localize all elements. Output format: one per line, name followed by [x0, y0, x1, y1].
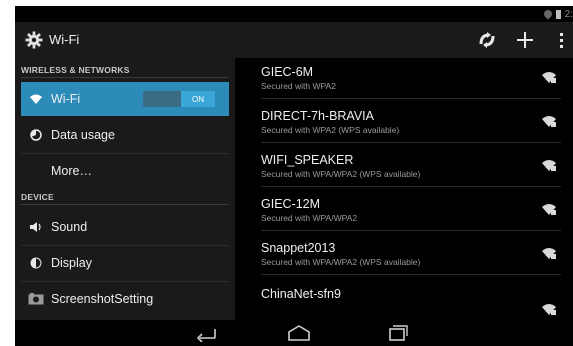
wifi-signal-icon — [541, 8, 554, 20]
wifi-locked-signal-icon — [542, 204, 556, 215]
network-item[interactable]: DIRECT-7h-BRAVIA Secured with WPA2 (WPS … — [235, 102, 573, 142]
wifi-icon — [21, 94, 51, 104]
network-security: Secured with WPA2 (WPS available) — [261, 125, 400, 135]
wifi-locked-signal-icon — [542, 72, 556, 83]
add-network-button[interactable] — [513, 28, 537, 52]
back-button[interactable] — [195, 324, 219, 343]
network-item[interactable]: Snappet2013 Secured with WPA/WPA2 (WPS a… — [235, 234, 573, 274]
action-bar: Wi-Fi — [15, 22, 573, 58]
section-header-wireless: WIRELESS & NETWORKS — [21, 65, 130, 75]
settings-item-label: Wi-Fi — [51, 92, 81, 106]
status-clock: 2: — [564, 8, 573, 20]
wifi-toggle[interactable]: ON — [143, 91, 215, 107]
section-divider — [21, 77, 229, 78]
network-security: Secured with WPA/WPA2 (WPS available) — [261, 169, 421, 179]
settings-item-sound[interactable]: Sound — [21, 210, 229, 244]
network-divider — [261, 230, 561, 231]
overflow-dots-icon — [560, 33, 563, 48]
network-ssid: DIRECT-7h-BRAVIA — [261, 109, 374, 123]
tablet-screen: 2: Wi-Fi WIRELESS & NETWORKS Wi-Fi ON Da… — [15, 6, 573, 346]
wps-icon — [479, 32, 495, 48]
settings-item-label: ScreenshotSetting — [51, 292, 154, 306]
wifi-locked-signal-icon — [542, 160, 556, 171]
recent-apps-button[interactable] — [385, 324, 409, 342]
settings-item-display[interactable]: Display — [21, 246, 229, 280]
section-header-device: DEVICE — [21, 192, 54, 202]
data-usage-icon — [21, 129, 51, 141]
network-security: Secured with WPA/WPA2 — [261, 213, 358, 223]
settings-item-label: More… — [51, 164, 92, 178]
speaker-icon — [21, 221, 51, 233]
battery-icon — [555, 9, 561, 19]
navigation-bar — [15, 320, 573, 346]
network-item[interactable]: GIEC-12M Secured with WPA/WPA2 — [235, 190, 573, 230]
network-ssid: ChinaNet-sfn9 — [261, 287, 341, 301]
network-ssid: WIFI_SPEAKER — [261, 153, 354, 167]
wifi-locked-signal-icon — [542, 248, 556, 259]
network-divider — [261, 98, 561, 99]
network-item[interactable]: ChinaNet-sfn9 — [235, 280, 573, 320]
status-bar: 2: — [15, 6, 573, 22]
settings-headers-pane: WIRELESS & NETWORKS Wi-Fi ON Data usage — [15, 58, 235, 320]
network-divider — [261, 274, 561, 275]
back-icon — [196, 329, 216, 343]
recent-apps-icon — [389, 325, 408, 341]
network-security: Secured with WPA2 — [261, 81, 336, 91]
network-security: Secured with WPA/WPA2 (WPS available) — [261, 257, 421, 267]
network-divider — [261, 186, 561, 187]
settings-gear-icon[interactable] — [25, 31, 43, 49]
overflow-menu-button[interactable] — [555, 28, 569, 52]
settings-item-label: Sound — [51, 220, 88, 234]
network-item[interactable]: WIFI_SPEAKER Secured with WPA/WPA2 (WPS … — [235, 146, 573, 186]
wifi-toggle-state: ON — [181, 91, 215, 107]
network-ssid: Snappet2013 — [261, 241, 336, 255]
display-icon — [21, 257, 51, 269]
home-button[interactable] — [287, 324, 311, 342]
wps-button[interactable] — [475, 28, 499, 52]
action-bar-title: Wi-Fi — [49, 32, 80, 47]
settings-item-screenshot[interactable]: ScreenshotSetting — [21, 282, 229, 316]
network-ssid: GIEC-6M — [261, 65, 314, 79]
wifi-locked-signal-icon — [542, 116, 556, 127]
settings-item-data-usage[interactable]: Data usage — [21, 118, 229, 152]
section-divider — [21, 204, 229, 205]
network-item[interactable]: GIEC-6M Secured with WPA2 — [235, 58, 573, 98]
settings-item-more[interactable]: More… — [21, 154, 229, 188]
network-ssid: GIEC-12M — [261, 197, 321, 211]
settings-item-label: Data usage — [51, 128, 115, 142]
settings-item-label: Display — [51, 256, 92, 270]
wifi-network-list: GIEC-6M Secured with WPA2 DIRECT-7h-BRAV… — [235, 58, 573, 320]
home-icon — [288, 325, 310, 341]
wifi-locked-signal-icon — [542, 304, 556, 315]
network-divider — [261, 142, 561, 143]
settings-item-wifi[interactable]: Wi-Fi ON — [21, 82, 229, 116]
plus-icon — [517, 32, 533, 48]
status-icons: 2: — [541, 8, 573, 20]
camera-icon — [21, 293, 51, 305]
